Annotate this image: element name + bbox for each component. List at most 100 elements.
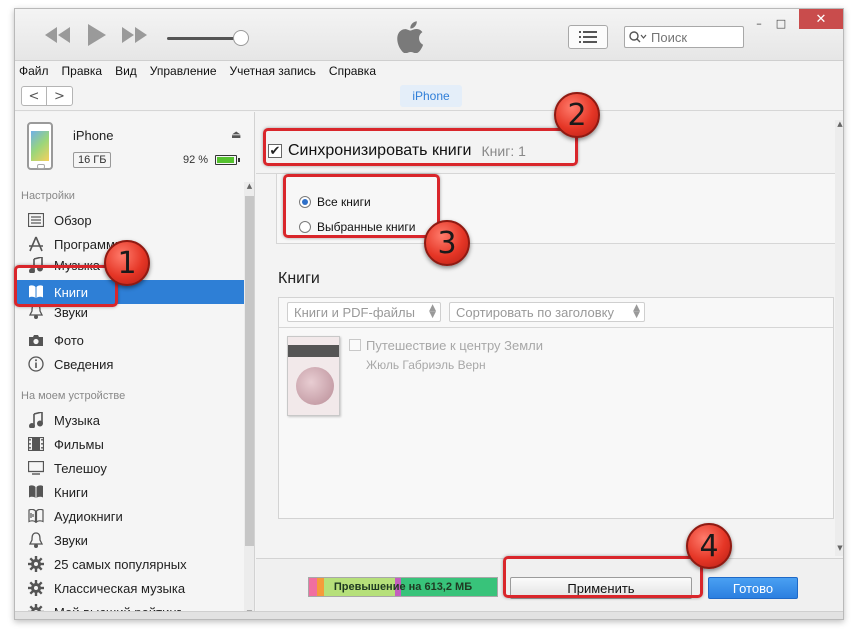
back-button[interactable]: < <box>22 87 48 105</box>
book-checkbox[interactable] <box>349 339 361 351</box>
scroll-up-arrow-icon[interactable]: ▲ <box>244 182 254 194</box>
scroll-down-arrow-icon[interactable]: ▼ <box>835 544 843 556</box>
info-icon <box>27 355 45 373</box>
menu-controls[interactable]: Управление <box>150 64 217 78</box>
volume-knob[interactable] <box>233 30 249 46</box>
highlight-radio-options <box>283 174 440 238</box>
sidebar-item-label: Аудиокниги <box>54 508 123 524</box>
annotation-badge-4: 4 <box>686 523 732 569</box>
sidebar-item-label: 25 самых популярных <box>54 556 187 572</box>
sidebar-scroll-thumb[interactable] <box>245 196 254 546</box>
play-button[interactable] <box>81 23 111 47</box>
scroll-up-arrow-icon[interactable]: ▲ <box>835 120 843 132</box>
annotation-badge-1: 1 <box>104 240 150 286</box>
search-box[interactable] <box>624 26 744 48</box>
fast-forward-icon <box>122 27 147 43</box>
film-icon <box>27 435 45 453</box>
menu-account[interactable]: Учетная запись <box>230 64 316 78</box>
annotation-badge-2: 2 <box>554 92 600 138</box>
sidebar-item-label: Фото <box>54 332 84 348</box>
device-tab[interactable]: iPhone <box>400 85 462 107</box>
highlight-sync-checkbox <box>263 128 578 166</box>
sidebar-item-device-movies[interactable]: Фильмы <box>15 432 245 456</box>
camera-icon <box>27 331 45 349</box>
title-bar: – □ ✕ <box>15 9 843 61</box>
books-list-panel: Книги и PDF-файлы ▲ ▼ Сортировать по заго… <box>278 297 834 519</box>
sidebar-item-label: Фильмы <box>54 436 104 452</box>
updown-chevron-icon: ▲ ▼ <box>633 303 640 320</box>
storage-overflow-label: Превышение на 613,2 МБ <box>333 581 473 593</box>
gear-icon <box>27 555 45 573</box>
sidebar-item-label: Музыка <box>54 412 100 428</box>
book-author: Жюль Габриэль Верн <box>366 358 486 372</box>
tv-icon <box>27 459 45 477</box>
sidebar-item-playlist-top25[interactable]: 25 самых популярных <box>15 552 245 576</box>
highlight-apply-button <box>503 556 703 598</box>
bell-icon <box>27 531 45 549</box>
sidebar-item-label: Классическая музыка <box>54 580 186 596</box>
storage-capacity-bar[interactable]: Превышение на 613,2 МБ <box>308 577 498 597</box>
play-icon <box>88 24 106 46</box>
sidebar-scrollbar[interactable]: ▲ ▼ <box>244 182 254 619</box>
apps-icon <box>27 235 45 253</box>
battery-fill <box>217 157 234 163</box>
highlight-books-item <box>14 265 118 307</box>
sidebar-item-label: Звуки <box>54 305 88 320</box>
settings-section-header: Настройки <box>21 190 75 202</box>
maximize-button[interactable]: □ <box>771 15 791 31</box>
list-icon <box>579 31 597 43</box>
sidebar-item-label: Телешоу <box>54 460 107 476</box>
menu-file[interactable]: Файл <box>19 64 49 78</box>
fast-forward-button[interactable] <box>119 23 149 47</box>
volume-slider[interactable] <box>167 37 243 40</box>
book-cover-image[interactable] <box>287 336 340 416</box>
annotation-badge-3: 3 <box>424 220 470 266</box>
main-scrollbar[interactable]: ▲ ▼ <box>835 120 843 556</box>
rewind-button[interactable] <box>43 23 73 47</box>
sidebar-item-info[interactable]: Сведения <box>15 352 245 376</box>
sidebar-item-device-sounds[interactable]: Звуки <box>15 528 245 552</box>
sidebar: iPhone 16 ГБ 92 % ⏏ Настройки Обзор Прог… <box>15 112 255 619</box>
sidebar-item-label: Сведения <box>54 356 114 372</box>
gear-icon <box>27 579 45 597</box>
music-icon <box>27 411 45 429</box>
eject-icon[interactable]: ⏏ <box>231 128 241 141</box>
sidebar-item-device-books[interactable]: Книги <box>15 480 245 504</box>
sidebar-item-device-tv[interactable]: Телешоу <box>15 456 245 480</box>
iphone-icon <box>27 122 53 170</box>
search-icon <box>629 31 647 43</box>
done-button[interactable]: Готово <box>708 577 798 599</box>
sidebar-item-device-music[interactable]: Музыка <box>15 408 245 432</box>
device-section-header: На моем устройстве <box>21 390 126 402</box>
sidebar-item-label: Книги <box>54 484 89 500</box>
menu-bar: Файл Правка Вид Управление Учетная запис… <box>15 61 843 81</box>
menu-help[interactable]: Справка <box>329 64 376 78</box>
close-button[interactable]: ✕ <box>799 9 843 29</box>
search-input[interactable] <box>651 29 731 45</box>
rewind-icon <box>45 27 70 43</box>
sort-dropdown-value: Сортировать по заголовку <box>456 304 614 320</box>
book-title: Путешествие к центру Земли <box>366 338 544 353</box>
updown-chevron-icon: ▲ ▼ <box>429 303 436 320</box>
sort-dropdown[interactable]: Сортировать по заголовку ▲ ▼ <box>449 302 645 322</box>
sidebar-item-summary[interactable]: Обзор <box>15 208 245 232</box>
minimize-button[interactable]: – <box>749 15 769 31</box>
menu-view[interactable]: Вид <box>115 64 137 78</box>
books-section-title: Книги <box>278 270 320 287</box>
device-summary[interactable]: iPhone 16 ГБ 92 % ⏏ <box>15 112 254 182</box>
ufo-illustration <box>296 367 334 405</box>
apple-logo-icon <box>397 21 424 53</box>
sidebar-item-playlist-classical[interactable]: Классическая музыка <box>15 576 245 600</box>
menu-edit[interactable]: Правка <box>62 64 103 78</box>
books-icon <box>27 483 45 501</box>
battery-percent: 92 % <box>183 154 209 166</box>
sidebar-item-photos[interactable]: Фото <box>15 328 245 352</box>
forward-button[interactable]: > <box>47 87 72 105</box>
audiobook-icon <box>27 507 45 525</box>
sidebar-item-device-audiobooks[interactable]: Аудиокниги <box>15 504 245 528</box>
filter-dropdown[interactable]: Книги и PDF-файлы ▲ ▼ <box>287 302 441 322</box>
nav-arrows: < > <box>21 86 73 106</box>
up-next-button[interactable] <box>568 25 608 49</box>
device-capacity: 16 ГБ <box>73 152 112 168</box>
sidebar-item-label: Обзор <box>54 212 92 228</box>
